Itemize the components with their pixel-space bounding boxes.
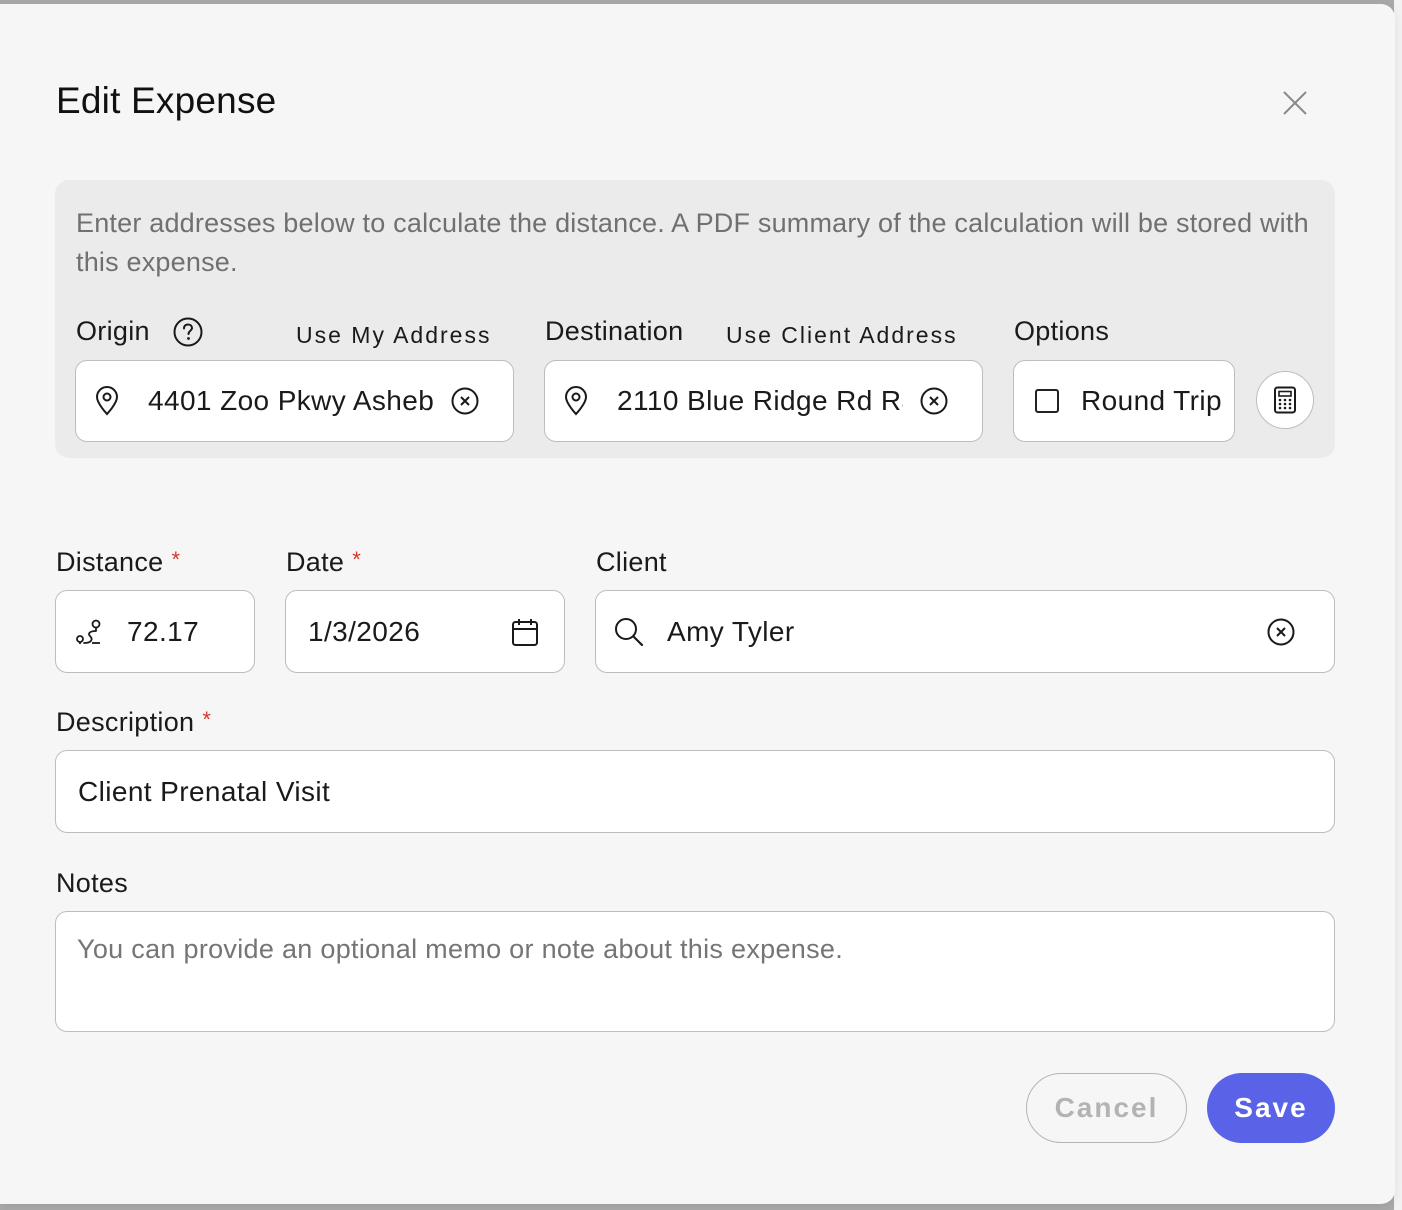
round-trip-label: Round Trip: [1081, 385, 1222, 416]
search-icon: [613, 616, 645, 648]
client-value: Amy Tyler: [667, 615, 795, 647]
date-label: Date *: [286, 547, 362, 577]
modal-title: Edit Expense: [56, 80, 277, 121]
distance-value: 72.17: [127, 615, 200, 647]
location-pin-icon: [92, 386, 122, 416]
origin-address-value: 4401 Zoo Pkwy Asheboro: [148, 385, 434, 416]
calculator-instructions: Enter addresses below to calculate the d…: [76, 208, 1309, 277]
origin-address-field[interactable]: 4401 Zoo Pkwy Asheboro: [75, 360, 514, 442]
clear-client-icon[interactable]: [1266, 617, 1296, 647]
notes-textarea[interactable]: [55, 911, 1335, 1032]
calculator-icon: [1274, 386, 1296, 414]
calendar-icon[interactable]: [510, 617, 540, 647]
description-label: Description *: [56, 707, 212, 737]
required-marker: *: [171, 547, 181, 572]
destination-address-field[interactable]: 2110 Blue Ridge Rd Raleigh: [544, 360, 983, 442]
destination-label: Destination: [545, 316, 684, 346]
client-search-field[interactable]: Amy Tyler: [595, 590, 1335, 673]
client-label: Client: [596, 547, 667, 577]
distance-label: Distance *: [56, 547, 181, 577]
required-marker: *: [352, 547, 362, 572]
save-button[interactable]: Save: [1207, 1073, 1335, 1143]
date-field[interactable]: 1/3/2026: [285, 590, 565, 673]
round-trip-option[interactable]: Round Trip: [1013, 360, 1235, 442]
close-icon: [1283, 91, 1307, 115]
page-backdrop: [1394, 0, 1402, 1210]
close-button[interactable]: [1276, 84, 1314, 122]
description-value: Client Prenatal Visit: [78, 775, 331, 807]
round-trip-checkbox[interactable]: [1035, 389, 1059, 413]
calculate-distance-button[interactable]: [1256, 371, 1314, 429]
clear-origin-icon[interactable]: [450, 386, 480, 416]
clear-destination-icon[interactable]: [919, 386, 949, 416]
description-field[interactable]: Client Prenatal Visit: [55, 750, 1335, 833]
distance-field[interactable]: 72.17: [55, 590, 255, 673]
use-my-address-link[interactable]: Use My Address: [296, 322, 491, 349]
location-pin-icon: [561, 386, 591, 416]
required-marker: *: [202, 707, 212, 732]
help-icon[interactable]: [172, 316, 204, 348]
route-icon: [74, 617, 104, 647]
notes-label: Notes: [56, 868, 129, 898]
use-client-address-link[interactable]: Use Client Address: [726, 322, 958, 349]
options-label: Options: [1014, 316, 1110, 346]
destination-address-value: 2110 Blue Ridge Rd Raleigh: [617, 385, 903, 416]
date-value: 1/3/2026: [308, 615, 421, 647]
origin-label: Origin: [76, 316, 150, 346]
cancel-button[interactable]: Cancel: [1026, 1073, 1187, 1143]
